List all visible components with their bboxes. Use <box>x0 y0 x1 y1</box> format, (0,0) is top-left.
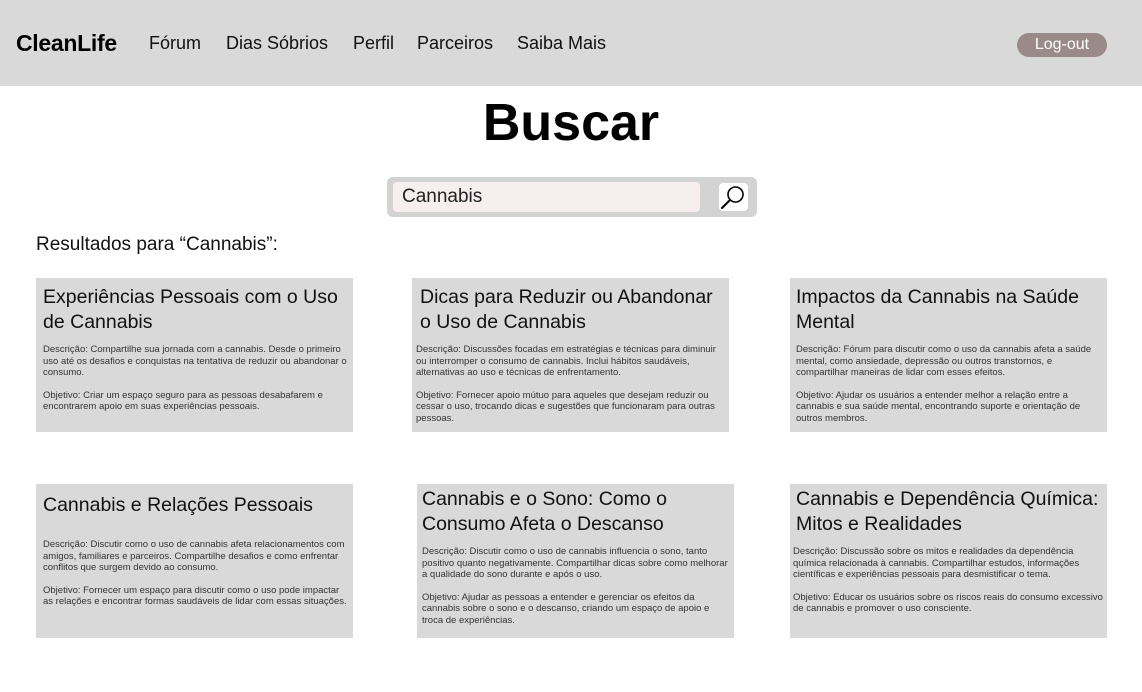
app-logo[interactable]: CleanLife <box>16 30 117 57</box>
nav-link-perfil[interactable]: Perfil <box>353 33 394 54</box>
card-title: Cannabis e Dependência Química: Mitos e … <box>796 488 1099 535</box>
search-input[interactable] <box>393 182 700 212</box>
card-title: Cannabis e o Sono: Como o Consumo Afeta … <box>422 488 667 535</box>
result-card[interactable]: Cannabis e Relações Pessoais Descrição: … <box>36 484 353 638</box>
nav-link-parceiros[interactable]: Parceiros <box>417 33 493 54</box>
card-description: Descrição: Discussão sobre os mitos e re… <box>793 546 1080 580</box>
card-description: Descrição: Discutir como o uso de cannab… <box>43 539 345 573</box>
search-button[interactable] <box>719 183 748 211</box>
card-title: Experiências Pessoais com o Uso de Canna… <box>43 286 338 333</box>
card-objective: Objetivo: Ajudar as pessoas a entender e… <box>422 591 710 626</box>
card-title: Impactos da Cannabis na Saúde Mental <box>796 286 1079 333</box>
page-title: Buscar <box>482 94 660 152</box>
search-bar <box>387 177 757 217</box>
results-label: Resultados para “Cannabis”: <box>36 234 278 255</box>
search-icon <box>721 186 744 209</box>
result-card[interactable]: Dicas para Reduzir ou Abandonar o Uso de… <box>412 278 729 432</box>
top-navigation-bar: CleanLife Fórum Dias Sóbrios Perfil Parc… <box>0 0 1142 86</box>
card-objective: Objetivo: Fornecer apoio mútuo para aque… <box>416 389 715 424</box>
card-description: Descrição: Discutir como o uso de cannab… <box>422 546 728 580</box>
card-title: Cannabis e Relações Pessoais <box>43 494 313 516</box>
card-title: Dicas para Reduzir ou Abandonar o Uso de… <box>420 286 713 333</box>
card-description: Descrição: Fórum para discutir como o us… <box>796 344 1092 378</box>
card-objective: Objetivo: Fornecer um espaço para discut… <box>43 584 347 608</box>
nav-link-forum[interactable]: Fórum <box>149 33 201 54</box>
result-card[interactable]: Cannabis e Dependência Química: Mitos e … <box>790 484 1107 638</box>
nav-link-saiba-mais[interactable]: Saiba Mais <box>517 33 606 54</box>
nav-link-dias-sobrios[interactable]: Dias Sóbrios <box>226 33 328 54</box>
logout-button[interactable]: Log-out <box>1017 33 1107 57</box>
result-card[interactable]: Experiências Pessoais com o Uso de Canna… <box>36 278 353 432</box>
card-description: Descrição: Discussões focadas em estraté… <box>416 344 716 378</box>
result-card[interactable]: Impactos da Cannabis na Saúde Mental Des… <box>790 278 1107 432</box>
card-objective: Objetivo: Criar um espaço seguro para as… <box>43 389 323 413</box>
card-objective: Objetivo: Educar os usuários sobre os ri… <box>793 591 1103 615</box>
card-objective: Objetivo: Ajudar os usuários a entender … <box>796 389 1081 424</box>
card-description: Descrição: Compartilhe sua jornada com a… <box>43 344 347 378</box>
result-card[interactable]: Cannabis e o Sono: Como o Consumo Afeta … <box>417 484 734 638</box>
